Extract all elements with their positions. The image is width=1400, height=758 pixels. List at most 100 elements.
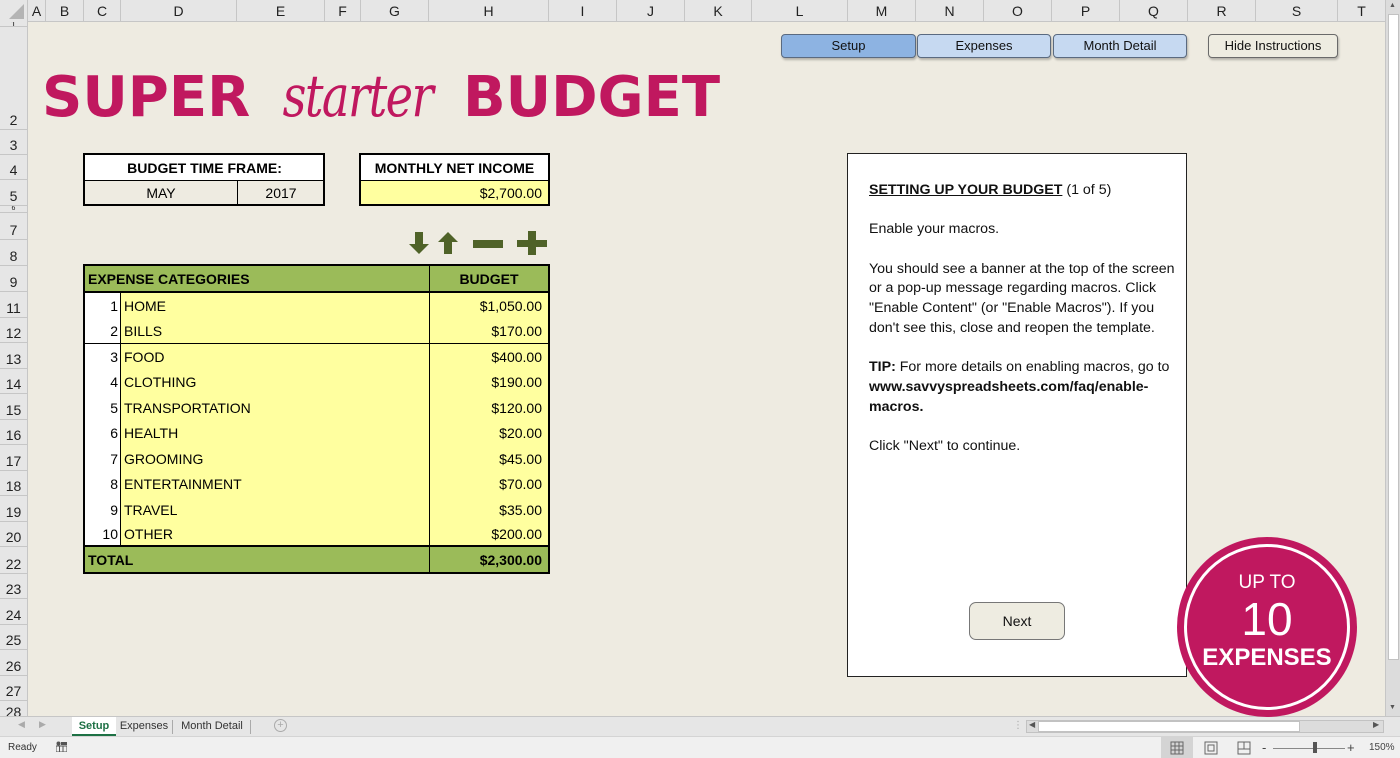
row-header-24[interactable]: 24 [0, 599, 27, 625]
row-header-7[interactable]: 7 [0, 213, 27, 240]
row-header-19[interactable]: 19 [0, 496, 27, 522]
row-header-8[interactable]: 8 [0, 240, 27, 266]
row-header-5[interactable]: 5 [0, 180, 27, 206]
expenses-badge: UP TO 10 EXPENSES [1177, 537, 1357, 717]
instructions-text: SETTING UP YOUR BUDGET (1 of 5) Enable y… [869, 181, 1179, 476]
title-starter: starter [282, 62, 434, 130]
macro-recording-icon[interactable] [56, 741, 67, 752]
splitter-handle-icon[interactable]: ⋮ [1013, 720, 1023, 731]
column-header-i[interactable]: I [549, 0, 617, 22]
remove-row-icon[interactable] [472, 231, 504, 255]
row-header-20[interactable]: 20 [0, 522, 27, 547]
row-header-23[interactable]: 23 [0, 574, 27, 599]
page-break-view-button[interactable] [1228, 737, 1260, 758]
tip-text: For more details on enabling macros, go … [895, 359, 1170, 376]
column-header-j[interactable]: J [617, 0, 685, 22]
row-header-26[interactable]: 26 [0, 650, 27, 676]
row-header-2[interactable]: 2 [0, 27, 27, 130]
column-header-c[interactable]: C [84, 0, 121, 22]
column-header-b[interactable]: B [46, 0, 84, 22]
row-header-25[interactable]: 25 [0, 625, 27, 650]
row-header-6[interactable]: 6 [0, 206, 27, 213]
column-header-s[interactable]: S [1256, 0, 1338, 22]
row-header-12[interactable]: 12 [0, 318, 27, 343]
column-header-f[interactable]: F [325, 0, 361, 22]
row-header-22[interactable]: 22 [0, 547, 27, 574]
zoom-slider-thumb[interactable] [1313, 742, 1317, 753]
row-header-14[interactable]: 14 [0, 369, 27, 394]
instructions-step: (1 of 5) [1066, 182, 1112, 198]
add-sheet-icon[interactable]: + [274, 719, 287, 732]
vertical-scroll-thumb[interactable] [1388, 14, 1399, 660]
column-header-m[interactable]: M [848, 0, 916, 22]
column-header-d[interactable]: D [121, 0, 237, 22]
column-header-r[interactable]: R [1188, 0, 1256, 22]
move-up-icon[interactable] [437, 231, 459, 255]
row-header-27[interactable]: 27 [0, 676, 27, 701]
scroll-left-icon[interactable]: ◀ [1029, 720, 1035, 729]
zoom-slider-track[interactable] [1273, 748, 1345, 749]
divider [360, 180, 549, 181]
zoom-level[interactable]: 150% [1369, 742, 1395, 753]
badge-line3: EXPENSES [1202, 644, 1332, 671]
page-layout-view-button[interactable] [1195, 737, 1227, 758]
row-header-28[interactable]: 28 [0, 701, 27, 716]
zoom-in-button[interactable]: + [1347, 740, 1355, 755]
page-layout-icon [1204, 741, 1218, 755]
row-header-4[interactable]: 4 [0, 155, 27, 180]
scroll-down-icon[interactable]: ▼ [1389, 704, 1396, 711]
sheet-tab-month-detail[interactable]: Month Detail [176, 717, 248, 736]
row-header-13[interactable]: 13 [0, 343, 27, 369]
normal-view-button[interactable] [1161, 737, 1193, 758]
horizontal-scrollbar[interactable]: ◀ ▶ [1026, 720, 1384, 733]
row-header-3[interactable]: 3 [0, 130, 27, 155]
column-header-e[interactable]: E [237, 0, 325, 22]
move-down-icon[interactable] [408, 231, 430, 255]
row-header-16[interactable]: 16 [0, 420, 27, 445]
instructions-p2: You should see a banner at the top of th… [869, 260, 1175, 336]
instructions-heading: SETTING UP YOUR BUDGET [869, 182, 1063, 198]
column-header-t[interactable]: T [1338, 0, 1385, 22]
row-header-18[interactable]: 18 [0, 471, 27, 496]
scroll-right-icon[interactable]: ▶ [1373, 720, 1379, 729]
add-row-icon[interactable] [516, 231, 548, 255]
normal-view-icon [1170, 741, 1184, 755]
column-header-p[interactable]: P [1052, 0, 1120, 22]
column-header-q[interactable]: Q [1120, 0, 1188, 22]
zoom-out-button[interactable]: - [1262, 740, 1266, 755]
divider [120, 292, 121, 546]
excel-window: A B C D E F G H I J K L M N O P Q R S T … [0, 0, 1400, 758]
page-title: SUPER starter BUDGET [42, 62, 720, 130]
sheet-tab-setup[interactable]: Setup [72, 717, 116, 736]
hide-instructions-button[interactable]: Hide Instructions [1208, 34, 1338, 58]
scroll-up-icon[interactable]: ▲ [1389, 2, 1396, 9]
nav-setup-button[interactable]: Setup [781, 34, 916, 58]
column-header-h[interactable]: H [429, 0, 549, 22]
nav-expenses-button[interactable]: Expenses [917, 34, 1051, 58]
column-header-bar: A B C D E F G H I J K L M N O P Q R S T [0, 0, 1385, 22]
column-header-l[interactable]: L [752, 0, 848, 22]
column-header-o[interactable]: O [984, 0, 1052, 22]
column-header-g[interactable]: G [361, 0, 429, 22]
column-header-n[interactable]: N [916, 0, 984, 22]
row-header-9[interactable]: 9 [0, 266, 27, 292]
divider [84, 180, 324, 181]
badge-line2: 10 [1241, 593, 1293, 645]
vertical-scrollbar[interactable]: ▲ ▼ [1385, 0, 1400, 716]
tab-scroll-right-icon[interactable]: ▶ [39, 719, 46, 730]
row-header-17[interactable]: 17 [0, 445, 27, 471]
row-header-15[interactable]: 15 [0, 394, 27, 420]
nav-month-detail-button[interactable]: Month Detail [1053, 34, 1187, 58]
tab-scroll-left-icon[interactable]: ◀ [18, 719, 25, 730]
title-budget: BUDGET [462, 65, 721, 130]
title-super: SUPER [42, 65, 251, 130]
table-border [83, 264, 550, 574]
column-header-k[interactable]: K [685, 0, 752, 22]
select-all-button[interactable] [0, 0, 28, 22]
tab-separator [250, 720, 251, 734]
next-button[interactable]: Next [969, 602, 1065, 640]
horizontal-scroll-thumb[interactable] [1038, 721, 1300, 732]
row-header-11[interactable]: 11 [0, 292, 27, 318]
column-header-a[interactable]: A [28, 0, 46, 22]
sheet-tab-expenses[interactable]: Expenses [118, 717, 170, 736]
